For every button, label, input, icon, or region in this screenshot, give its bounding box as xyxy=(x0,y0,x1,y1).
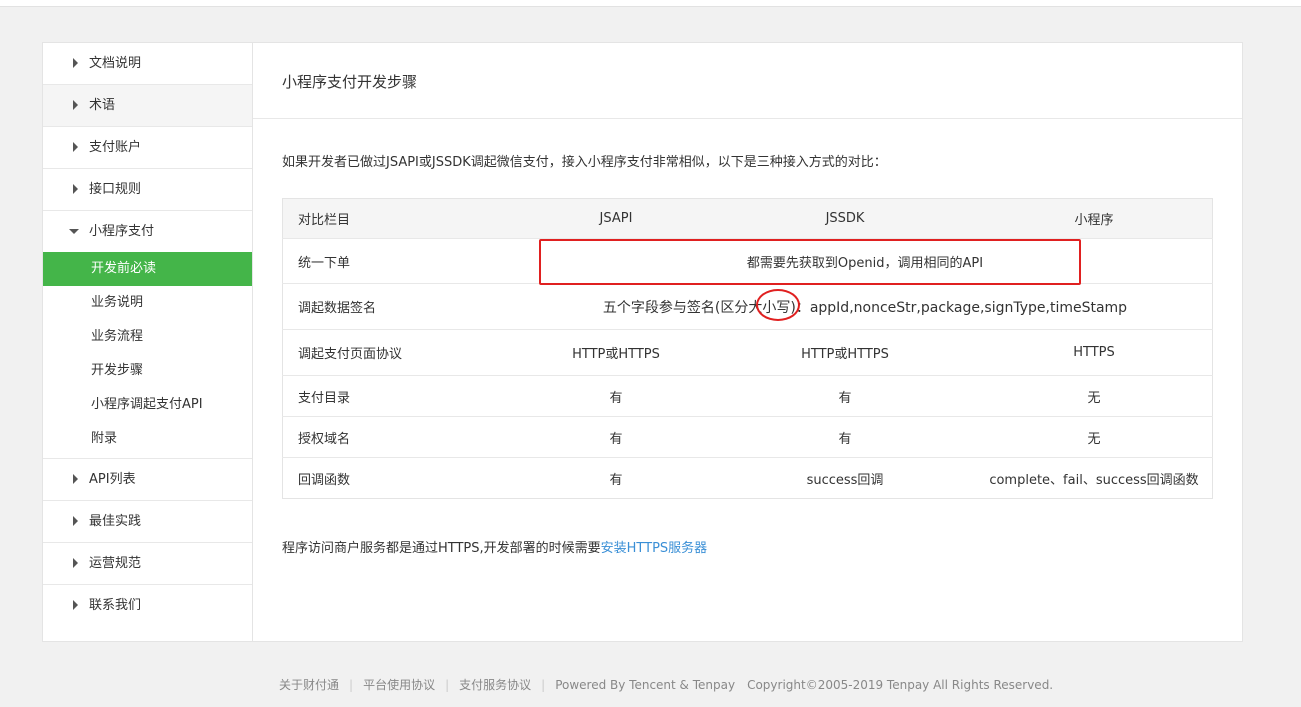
sidebar-item-label: 接口规则 xyxy=(89,182,142,197)
sidebar-subitem-prerequisites[interactable]: 开发前必读 xyxy=(43,252,252,286)
sidebar-item-label: 小程序支付 xyxy=(89,224,155,239)
caret-right-icon xyxy=(73,516,78,526)
sidebar-subitem-business-flow[interactable]: 业务流程 xyxy=(43,320,252,354)
table-header-cell: 小程序 xyxy=(976,198,1213,239)
sidebar-item-docs[interactable]: 文档说明 xyxy=(43,43,252,85)
footer-powered-by: Powered By Tencent & Tenpay xyxy=(555,678,736,692)
table-cell: 都需要先获取到Openid，调用相同的API xyxy=(518,238,1213,284)
table-row: 统一下单 都需要先获取到Openid，调用相同的API xyxy=(282,238,1213,284)
top-bar xyxy=(0,0,1301,7)
table-cell: success回调 xyxy=(806,472,884,488)
page-footer: 关于财付通 | 平台使用协议 | 支付服务协议 | Powered By Tencent &… xyxy=(279,676,1053,693)
table-cell: 有 xyxy=(609,472,623,488)
caret-right-icon xyxy=(73,58,78,68)
table-row: 授权域名 有 有 无 xyxy=(282,416,1213,458)
sidebar-subitem-appendix[interactable]: 附录 xyxy=(43,422,252,456)
table-row: 回调函数 有 success回调 complete、fail、success回调… xyxy=(283,458,1213,499)
table-cell: 支付目录 xyxy=(282,375,518,417)
table-cell: 五个字段参与签名(区分大小写)：appId,nonceStr,package,s… xyxy=(518,283,1213,330)
https-note: 程序访问商户服务都是通过HTTPS,开发部署的时候需要安装HTTPS服务器 xyxy=(282,537,707,556)
comparison-table: 对比栏目 JSAPI JSSDK 小程序 统一下单 都需要先获取到Openid，… xyxy=(282,198,1213,499)
sidebar-item-label: API列表 xyxy=(89,472,136,487)
sidebar-subitem-business-desc[interactable]: 业务说明 xyxy=(43,286,252,320)
sidebar-item-api-rules[interactable]: 接口规则 xyxy=(43,169,252,211)
sidebar-item-label: 文档说明 xyxy=(89,56,142,71)
intro-text: 如果开发者已做过JSAPI或JSSDK调起微信支付，接入小程序支付非常相似，以下… xyxy=(282,155,887,170)
table-cell: 无 xyxy=(976,375,1213,417)
table-cell: HTTPS xyxy=(976,329,1213,376)
table-cell: complete、fail、success回调函数 xyxy=(989,472,1199,488)
table-header-cell: JSSDK xyxy=(714,198,976,239)
table-cell: 有 xyxy=(518,416,714,458)
sidebar-item-miniprogram-pay[interactable]: 小程序支付 xyxy=(43,211,252,252)
table-cell: 回调函数 xyxy=(298,472,351,488)
table-header-cell: JSAPI xyxy=(518,198,714,239)
sidebar-item-pay-account[interactable]: 支付账户 xyxy=(43,127,252,169)
table-row: 调起数据签名 五个字段参与签名(区分大小写)：appId,nonceStr,pa… xyxy=(282,283,1213,330)
footer-link-about[interactable]: 关于财付通 xyxy=(279,678,339,692)
table-cell: 无 xyxy=(976,416,1213,458)
sidebar-subitem-pay-api[interactable]: 小程序调起支付API xyxy=(43,388,252,422)
sidebar-item-contact[interactable]: 联系我们 xyxy=(43,585,252,626)
note-text: 程序访问商户服务都是通过HTTPS,开发部署的时候需要 xyxy=(282,541,601,556)
caret-right-icon xyxy=(73,558,78,568)
footer-copyright: Copyright©2005-2019 Tenpay All Rights Re… xyxy=(747,678,1054,692)
install-https-link[interactable]: 安装HTTPS服务器 xyxy=(601,541,708,556)
sidebar-item-label: 联系我们 xyxy=(89,598,142,613)
table-cell: 统一下单 xyxy=(282,238,518,284)
caret-right-icon xyxy=(73,474,78,484)
caret-right-icon xyxy=(73,100,78,110)
sidebar-subitem-dev-steps[interactable]: 开发步骤 xyxy=(43,354,252,388)
main-content: 小程序支付开发步骤 如果开发者已做过JSAPI或JSSDK调起微信支付，接入小程… xyxy=(253,43,1242,641)
sidebar-nav: 文档说明 术语 支付账户 接口规则 小程序支付 开发前必读 业务说明 业务流程 … xyxy=(43,43,253,641)
caret-right-icon xyxy=(73,600,78,610)
caret-right-icon xyxy=(73,184,78,194)
table-header-row: 对比栏目 JSAPI JSSDK 小程序 xyxy=(282,198,1213,239)
table-row: 支付目录 有 有 无 xyxy=(282,375,1213,417)
table-row: 调起支付页面协议 HTTP或HTTPS HTTP或HTTPS HTTPS xyxy=(282,329,1213,376)
sidebar-item-api-list[interactable]: API列表 xyxy=(43,459,252,501)
sidebar-item-label: 运营规范 xyxy=(89,556,142,571)
doc-container: 文档说明 术语 支付账户 接口规则 小程序支付 开发前必读 业务说明 业务流程 … xyxy=(42,42,1243,642)
sidebar-item-label: 支付账户 xyxy=(89,140,142,155)
caret-down-icon xyxy=(69,229,79,234)
table-cell: HTTP或HTTPS xyxy=(518,329,714,376)
table-cell: HTTP或HTTPS xyxy=(714,329,976,376)
footer-link-service-agreement[interactable]: 支付服务协议 xyxy=(459,678,531,692)
table-cell: 有 xyxy=(714,416,976,458)
table-cell: 有 xyxy=(518,375,714,417)
sidebar-item-label: 术语 xyxy=(89,98,116,113)
table-cell: 授权域名 xyxy=(282,416,518,458)
sidebar-sub-list: 开发前必读 业务说明 业务流程 开发步骤 小程序调起支付API 附录 xyxy=(43,252,252,459)
footer-separator: | xyxy=(541,678,546,692)
sidebar-item-terms[interactable]: 术语 xyxy=(43,85,252,127)
table-cell: 调起数据签名 xyxy=(282,283,518,330)
footer-separator: | xyxy=(445,678,450,692)
sidebar-item-label: 最佳实践 xyxy=(89,514,142,529)
table-cell: 有 xyxy=(714,375,976,417)
footer-link-platform-agreement[interactable]: 平台使用协议 xyxy=(363,678,435,692)
table-cell: 调起支付页面协议 xyxy=(282,329,518,376)
sidebar-item-best-practice[interactable]: 最佳实践 xyxy=(43,501,252,543)
caret-right-icon xyxy=(73,142,78,152)
page-title: 小程序支付开发步骤 xyxy=(253,43,1242,119)
footer-separator: | xyxy=(349,678,354,692)
table-header-cell: 对比栏目 xyxy=(282,198,518,239)
sidebar-item-ops-rules[interactable]: 运营规范 xyxy=(43,543,252,585)
